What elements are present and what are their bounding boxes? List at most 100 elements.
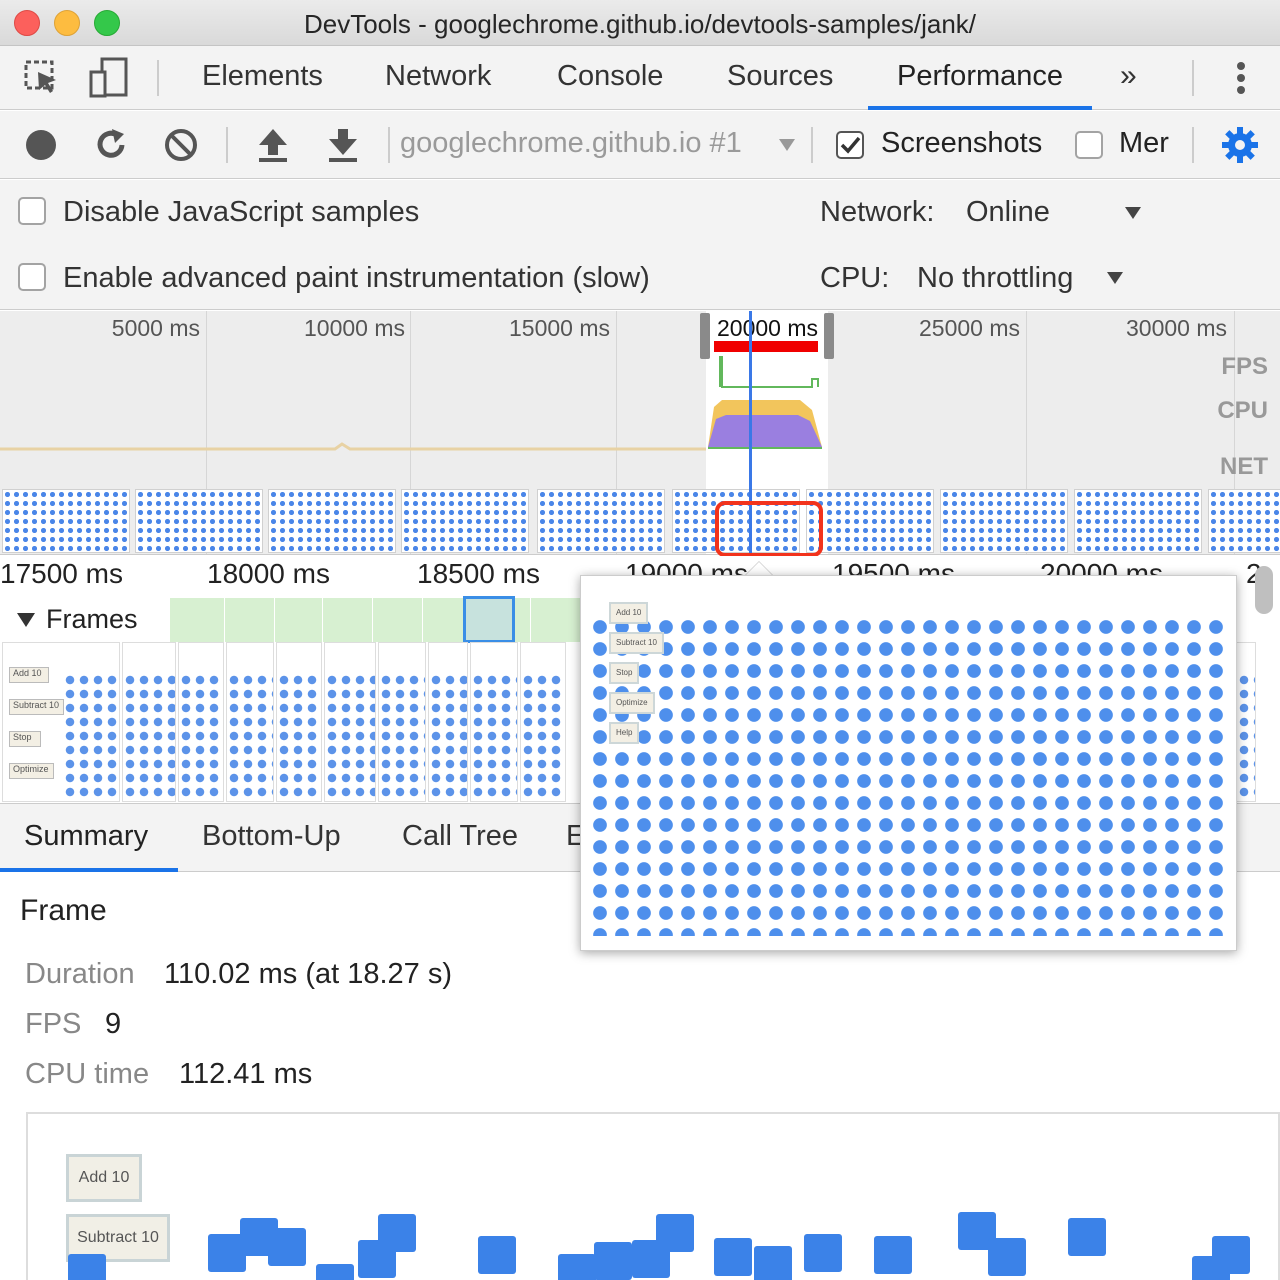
moving-square xyxy=(754,1246,792,1280)
overview-activity-graph xyxy=(0,356,822,451)
kebab-menu-icon[interactable] xyxy=(1230,58,1252,98)
toolbar-divider xyxy=(157,60,159,96)
screenshot-thumbnail xyxy=(537,489,665,553)
frame-divider xyxy=(322,598,323,642)
screenshot-squares xyxy=(325,673,375,801)
save-profile-icon[interactable] xyxy=(326,127,360,163)
expand-triangle-icon[interactable] xyxy=(16,612,36,628)
moving-square xyxy=(378,1214,416,1252)
device-toolbar-icon[interactable] xyxy=(88,56,130,100)
screenshot-squares xyxy=(589,616,1228,936)
moving-square xyxy=(558,1254,596,1280)
performance-toolbar: googlechrome.github.io #1 Screenshots Me… xyxy=(0,111,1280,179)
screenshot-button-label: Add 10 xyxy=(9,667,49,683)
screenshots-label: Screenshots xyxy=(881,127,1043,159)
frames-track[interactable] xyxy=(170,598,590,642)
timeline-tick-label: 18000 ms xyxy=(207,558,330,589)
screenshot-squares xyxy=(379,673,425,801)
screenshot-thumbnail xyxy=(401,489,529,553)
disable-js-samples-checkbox[interactable] xyxy=(18,197,46,225)
screenshot-button-label: Subtract 10 xyxy=(609,632,664,654)
settings-gear-icon[interactable] xyxy=(1220,125,1260,165)
advanced-paint-checkbox[interactable] xyxy=(18,263,46,291)
selected-frame[interactable] xyxy=(463,596,515,643)
chevron-down-icon xyxy=(779,139,795,151)
tab-console[interactable]: Console xyxy=(557,46,663,110)
frame-screenshot xyxy=(470,642,518,802)
moving-square xyxy=(268,1228,306,1266)
moving-square xyxy=(594,1242,632,1280)
toolbar-divider xyxy=(1192,60,1194,96)
target-select[interactable]: googlechrome.github.io #1 xyxy=(400,127,742,160)
screenshot-squares xyxy=(179,673,223,801)
tab-call-tree[interactable]: Call Tree xyxy=(402,820,518,853)
screenshot-thumbnail xyxy=(1208,489,1280,553)
tab-performance[interactable]: Performance xyxy=(868,46,1093,110)
moving-square xyxy=(988,1238,1026,1276)
clear-icon[interactable] xyxy=(163,127,199,163)
frame-screenshot: Add 10 Subtract 10 Stop Optimize xyxy=(2,642,120,802)
moving-square xyxy=(1068,1218,1106,1256)
popover-caret xyxy=(745,562,773,576)
screenshot-hover-popover: Add 10 Subtract 10 Stop Optimize Help xyxy=(580,575,1237,951)
hovered-screenshot-highlight xyxy=(715,501,823,557)
fps-label: FPS xyxy=(25,1008,82,1040)
timeline-overview[interactable]: 5000 ms 10000 ms 15000 ms 20000 ms 25000… xyxy=(0,311,1280,555)
screenshot-squares xyxy=(63,673,119,801)
screenshot-thumbnail xyxy=(806,489,934,553)
moving-square xyxy=(68,1254,106,1280)
frame-divider xyxy=(224,598,225,642)
frame-screenshot-preview: Add 10 Subtract 10 xyxy=(26,1112,1280,1280)
fps-drop-indicator xyxy=(714,341,818,352)
cpu-time-label: CPU time xyxy=(25,1058,150,1090)
moving-square xyxy=(656,1214,694,1252)
screenshot-squares xyxy=(429,673,467,801)
frame-divider xyxy=(530,598,531,642)
reload-record-icon[interactable] xyxy=(92,126,130,164)
toolbar-divider xyxy=(226,127,228,163)
frame-divider xyxy=(372,598,373,642)
frame-screenshot xyxy=(122,642,176,802)
screenshot-button-label: Add 10 xyxy=(609,602,649,624)
more-tabs-button[interactable]: » xyxy=(1120,46,1137,110)
screenshot-thumbnail xyxy=(268,489,396,553)
screenshot-button-label: Stop xyxy=(609,662,640,684)
window-title: DevTools - googlechrome.github.io/devtoo… xyxy=(303,9,976,39)
cpu-throttle-select[interactable]: No throttling xyxy=(917,262,1073,295)
screenshot-squares xyxy=(521,673,565,801)
moving-square xyxy=(714,1238,752,1276)
load-profile-icon[interactable] xyxy=(256,127,290,163)
devtools-tab-bar: Elements Network Console Sources Perform… xyxy=(0,46,1280,110)
toolbar-divider xyxy=(1192,127,1194,163)
screenshot-button-label: Optimize xyxy=(9,763,54,779)
title-bar: DevTools - googlechrome.github.io/devtoo… xyxy=(0,0,1280,46)
tab-sources[interactable]: Sources xyxy=(727,46,833,110)
overview-screenshot-strip xyxy=(0,485,1280,554)
memory-label: Mer xyxy=(1119,127,1169,159)
chevron-down-icon xyxy=(1107,272,1123,284)
frame-screenshot xyxy=(178,642,224,802)
memory-checkbox[interactable] xyxy=(1075,131,1103,159)
tab-elements[interactable]: Elements xyxy=(202,46,323,110)
toolbar-divider xyxy=(811,127,813,163)
duration-value: 110.02 ms (at 18.27 s) xyxy=(164,958,453,990)
screenshot-thumbnail xyxy=(135,489,263,553)
screenshot-thumbnail xyxy=(2,489,130,553)
moving-square xyxy=(316,1264,354,1280)
network-throttle-select[interactable]: Online xyxy=(966,196,1050,229)
summary-title: Frame xyxy=(20,894,107,927)
timeline-tick-label: 18500 ms xyxy=(417,558,540,589)
moving-square xyxy=(1212,1236,1250,1274)
timeline-scrollbar-thumb[interactable] xyxy=(1255,566,1273,614)
frame-screenshot xyxy=(1236,642,1256,802)
frame-screenshot xyxy=(520,642,566,802)
tab-summary[interactable]: Summary xyxy=(24,820,148,853)
record-icon[interactable] xyxy=(24,128,58,162)
moving-square xyxy=(478,1236,516,1274)
toolbar-divider xyxy=(388,127,390,163)
inspect-element-icon[interactable] xyxy=(22,58,62,98)
tab-network[interactable]: Network xyxy=(385,46,491,110)
screenshots-checkbox[interactable] xyxy=(836,131,864,159)
tab-bottom-up[interactable]: Bottom-Up xyxy=(202,820,341,853)
frame-screenshot xyxy=(428,642,468,802)
